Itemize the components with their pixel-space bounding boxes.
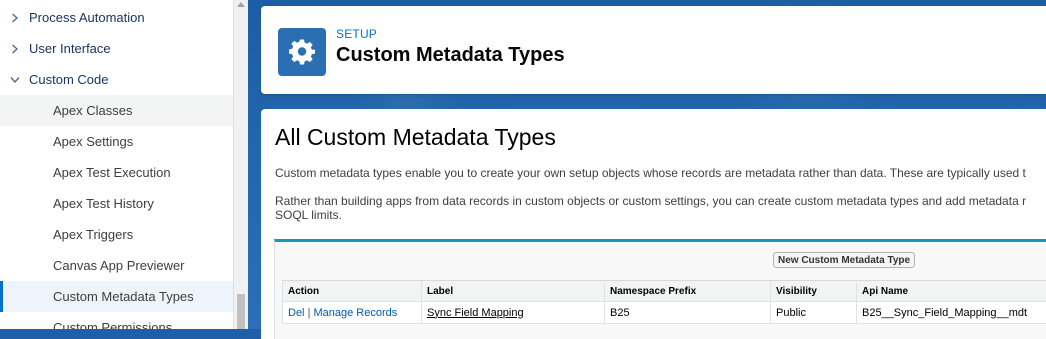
metadata-types-list: New Custom Metadata Type Action Label Na… (274, 239, 1046, 339)
sidebar-item-apex-triggers[interactable]: Apex Triggers (0, 219, 233, 250)
sidebar-item-label: Canvas App Previewer (53, 258, 185, 273)
content-panel: All Custom Metadata Types Custom metadat… (261, 109, 1046, 339)
scrollbar-thumb[interactable] (237, 294, 245, 329)
new-custom-metadata-type-button[interactable]: New Custom Metadata Type (773, 252, 915, 268)
gear-icon (278, 28, 326, 76)
description-text: Custom metadata types enable you to crea… (275, 167, 1046, 180)
sidebar-item-process-automation[interactable]: Process Automation (0, 2, 233, 33)
scroll-up-arrow-icon[interactable] (237, 2, 245, 7)
page-title: Custom Metadata Types (336, 44, 565, 67)
sidebar-item-custom-metadata-types[interactable]: Custom Metadata Types (0, 281, 233, 312)
visibility-cell: Public (771, 302, 857, 324)
column-header-label[interactable]: Label (422, 281, 605, 302)
sidebar-item-apex-test-execution[interactable]: Apex Test Execution (0, 157, 233, 188)
table-header-row: Action Label Namespace Prefix Visibility… (283, 281, 1046, 302)
sidebar-item-apex-classes[interactable]: Apex Classes (0, 95, 233, 126)
chevron-right-icon (9, 12, 21, 24)
sidebar-item-user-interface[interactable]: User Interface (0, 33, 233, 64)
sidebar-item-label: Apex Settings (53, 134, 133, 149)
main-content: SETUP Custom Metadata Types All Custom M… (248, 0, 1046, 329)
description-text: Rather than building apps from data reco… (275, 195, 1046, 208)
sidebar-scrollbar[interactable] (233, 0, 248, 329)
metadata-types-table: Action Label Namespace Prefix Visibility… (282, 280, 1046, 324)
label-cell: Sync Field Mapping (422, 302, 605, 324)
sidebar-item-canvas-app-previewer[interactable]: Canvas App Previewer (0, 250, 233, 281)
action-cell: Del | Manage Records (283, 302, 422, 324)
section-heading: All Custom Metadata Types (275, 124, 556, 151)
column-header-action[interactable]: Action (283, 281, 422, 302)
delete-link[interactable]: Del (288, 307, 305, 319)
chevron-right-icon (9, 43, 21, 55)
setup-sidebar: Process Automation User Interface Custom… (0, 0, 233, 329)
sidebar-item-apex-settings[interactable]: Apex Settings (0, 126, 233, 157)
sidebar-item-custom-permissions[interactable]: Custom Permissions (0, 312, 233, 329)
sidebar-item-label: Custom Code (29, 72, 108, 87)
action-separator: | (308, 307, 311, 319)
sidebar-item-label: Apex Triggers (53, 227, 133, 242)
page-header: SETUP Custom Metadata Types (261, 6, 1046, 94)
column-header-api-name[interactable]: Api Name (857, 281, 1046, 302)
table-row: Del | Manage Records Sync Field Mapping … (283, 302, 1046, 324)
sidebar-item-label: Process Automation (29, 10, 145, 25)
sidebar-item-label: Custom Metadata Types (53, 289, 194, 304)
sidebar-item-label: User Interface (29, 41, 111, 56)
namespace-cell: B25 (605, 302, 771, 324)
manage-records-link[interactable]: Manage Records (314, 307, 398, 319)
metadata-type-label-link[interactable]: Sync Field Mapping (427, 307, 524, 319)
api-name-cell: B25__Sync_Field_Mapping__mdt (857, 302, 1046, 324)
sidebar-item-label: Apex Test History (53, 196, 154, 211)
sidebar-item-apex-test-history[interactable]: Apex Test History (0, 188, 233, 219)
column-header-namespace-prefix[interactable]: Namespace Prefix (605, 281, 771, 302)
column-header-visibility[interactable]: Visibility (771, 281, 857, 302)
chevron-down-icon (9, 74, 21, 86)
description-text: SOQL limits. (275, 209, 1046, 222)
sidebar-item-label: Apex Classes (53, 103, 132, 118)
sidebar-item-label: Custom Permissions (53, 320, 172, 329)
breadcrumb: SETUP (336, 27, 377, 41)
sidebar-item-label: Apex Test Execution (53, 165, 171, 180)
sidebar-item-custom-code[interactable]: Custom Code (0, 64, 233, 95)
